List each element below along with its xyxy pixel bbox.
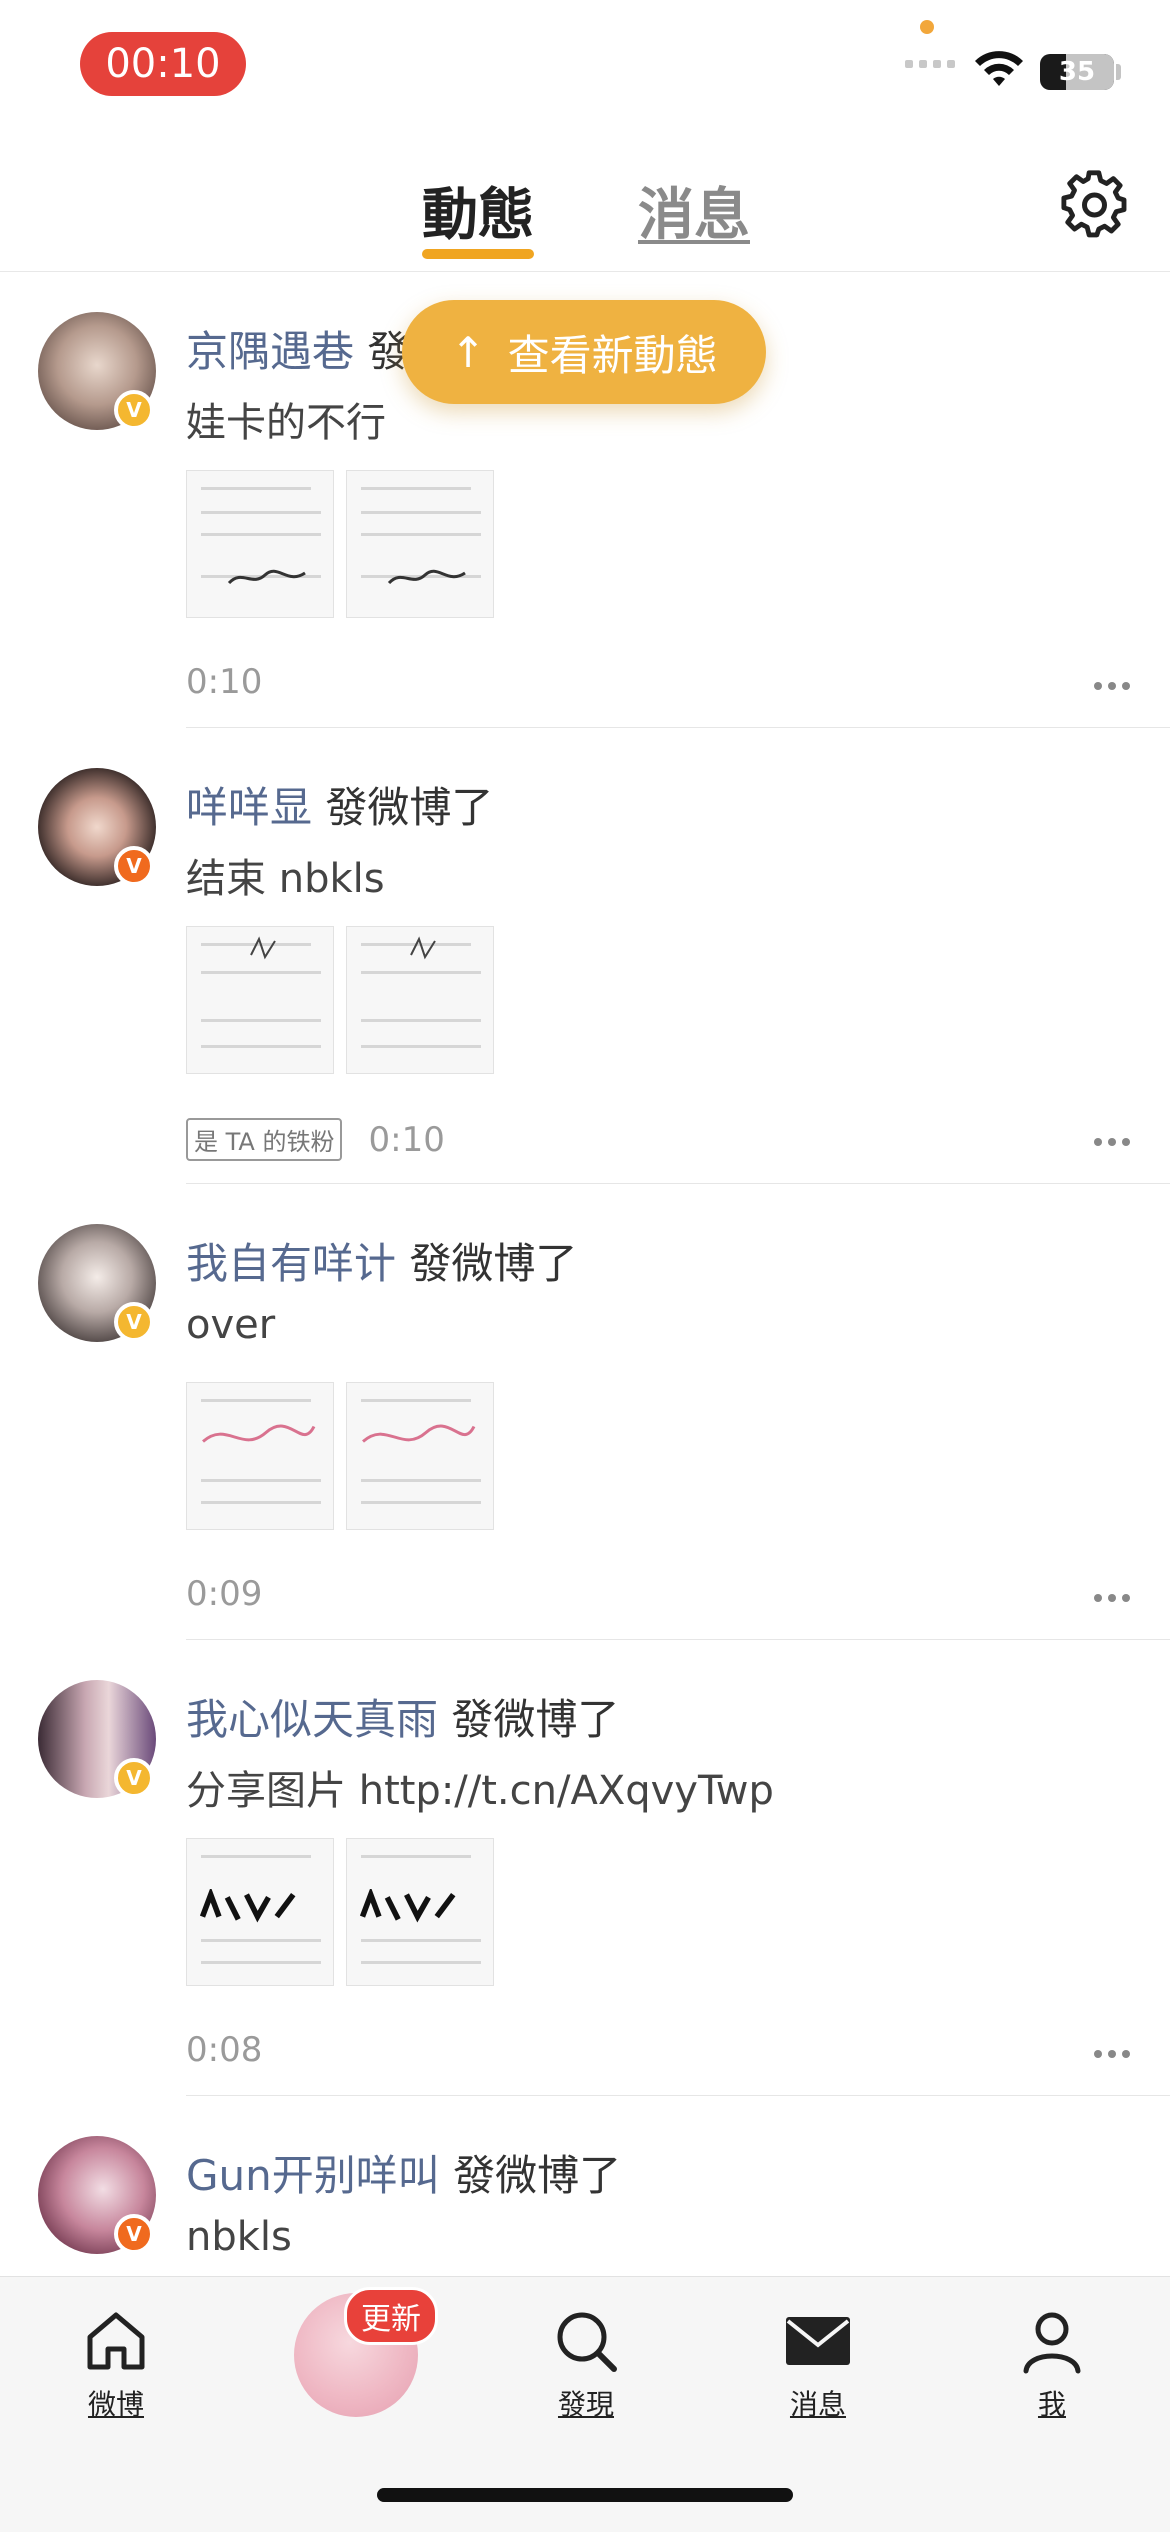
mail-icon [786, 2317, 850, 2365]
post-text[interactable]: 娃卡的不行 [186, 390, 386, 448]
verified-badge-icon: V [114, 846, 154, 886]
post-image-thumbnail[interactable] [186, 1838, 334, 1986]
settings-gear-icon[interactable] [1060, 170, 1130, 240]
more-options-icon[interactable] [1094, 1138, 1130, 1146]
status-time: 00:10 [80, 32, 246, 96]
feed-list: V 京隅遇巷 發 娃卡的不行 0:10 V 咩咩显 發微博了 结束 nbkls … [0, 272, 1170, 2532]
wifi-icon [975, 51, 1023, 86]
tab-weibo-home[interactable]: 微博 [56, 2305, 176, 2423]
post-images [186, 1838, 494, 1986]
post-time: 0:09 [186, 1574, 263, 1614]
post-time: 0:10 [186, 662, 263, 702]
tab-messages[interactable]: 消息 [638, 170, 750, 251]
more-options-icon[interactable] [1094, 1594, 1130, 1602]
fan-badge: 是 TA 的铁粉 [186, 1118, 343, 1161]
verified-badge-icon: V [114, 390, 154, 430]
post-username[interactable]: 我自有咩计 [186, 1239, 396, 1288]
post-text[interactable]: 分享图片 http://t.cn/AXqvyTwp [186, 1758, 774, 1816]
verified-badge-icon: V [114, 1758, 154, 1798]
feed-post[interactable]: V 我心似天真雨 發微博了 分享图片 http://t.cn/AXqvyTwp … [0, 1640, 1170, 2096]
tab-weibo-label: 微博 [87, 2388, 144, 2421]
post-action: 發微博了 [453, 2151, 622, 2200]
status-bar: 00:10 35 [0, 0, 1170, 130]
battery-icon: 35 [1040, 54, 1114, 90]
post-text[interactable]: over [186, 1302, 275, 1348]
top-tab-bar: 動態 消息 [0, 150, 1170, 272]
tab-discover[interactable]: 發現 [526, 2305, 646, 2423]
post-image-thumbnail[interactable] [346, 926, 494, 1074]
post-time: 0:10 [368, 1119, 445, 1160]
post-images [186, 1382, 494, 1530]
privacy-indicator-dot [920, 20, 934, 34]
post-image-thumbnail[interactable] [186, 470, 334, 618]
more-options-icon[interactable] [1094, 2050, 1130, 2058]
post-text[interactable]: 结束 nbkls [186, 846, 385, 904]
person-icon [1023, 2312, 1081, 2374]
view-new-posts-button[interactable]: ↑ 查看新動態 [402, 300, 766, 404]
post-image-thumbnail[interactable] [346, 1838, 494, 1986]
post-image-thumbnail[interactable] [186, 926, 334, 1074]
up-arrow-icon: ↑ [450, 327, 486, 377]
feed-post[interactable]: V 我自有咩计 發微博了 over 0:09 [0, 1184, 1170, 1640]
post-action: 發微博了 [325, 783, 494, 832]
tab-me-label: 我 [1037, 2388, 1066, 2421]
tab-me[interactable]: 我 [992, 2305, 1112, 2423]
post-username[interactable]: 京隅遇巷 [186, 327, 354, 376]
post-action: 發微博了 [409, 1239, 578, 1288]
feed-post[interactable]: V 咩咩显 發微博了 结束 nbkls 是 TA 的铁粉 0:10 [0, 728, 1170, 1184]
verified-badge-icon: V [114, 2214, 154, 2254]
tab-messages-bottom[interactable]: 消息 [758, 2305, 878, 2423]
update-badge: 更新 [344, 2287, 438, 2345]
verified-badge-icon: V [114, 1302, 154, 1342]
post-text[interactable]: nbkls [186, 2214, 292, 2260]
more-options-icon[interactable] [1094, 682, 1130, 690]
tab-dynamics[interactable]: 動態 [422, 170, 534, 259]
battery-level: 35 [1058, 57, 1096, 87]
tab-messages-label: 消息 [789, 2388, 846, 2421]
home-indicator[interactable] [377, 2488, 793, 2502]
signal-icon [905, 60, 955, 68]
post-images [186, 926, 494, 1074]
post-username[interactable]: Gun开别咩叫 [186, 2151, 440, 2200]
search-icon [557, 2312, 617, 2372]
home-icon [87, 2312, 145, 2370]
post-action: 發微博了 [451, 1695, 620, 1744]
post-time: 0:08 [186, 2030, 263, 2070]
view-new-posts-label: 查看新動態 [507, 330, 718, 380]
post-image-thumbnail[interactable] [346, 1382, 494, 1530]
post-images [186, 470, 494, 618]
post-username[interactable]: 我心似天真雨 [186, 1695, 438, 1744]
post-image-thumbnail[interactable] [186, 1382, 334, 1530]
post-image-thumbnail[interactable] [346, 470, 494, 618]
tab-discover-label: 發現 [557, 2388, 614, 2421]
post-username[interactable]: 咩咩显 [186, 783, 312, 832]
active-tab-indicator [422, 249, 534, 259]
tab-dynamics-label: 動態 [422, 183, 534, 248]
